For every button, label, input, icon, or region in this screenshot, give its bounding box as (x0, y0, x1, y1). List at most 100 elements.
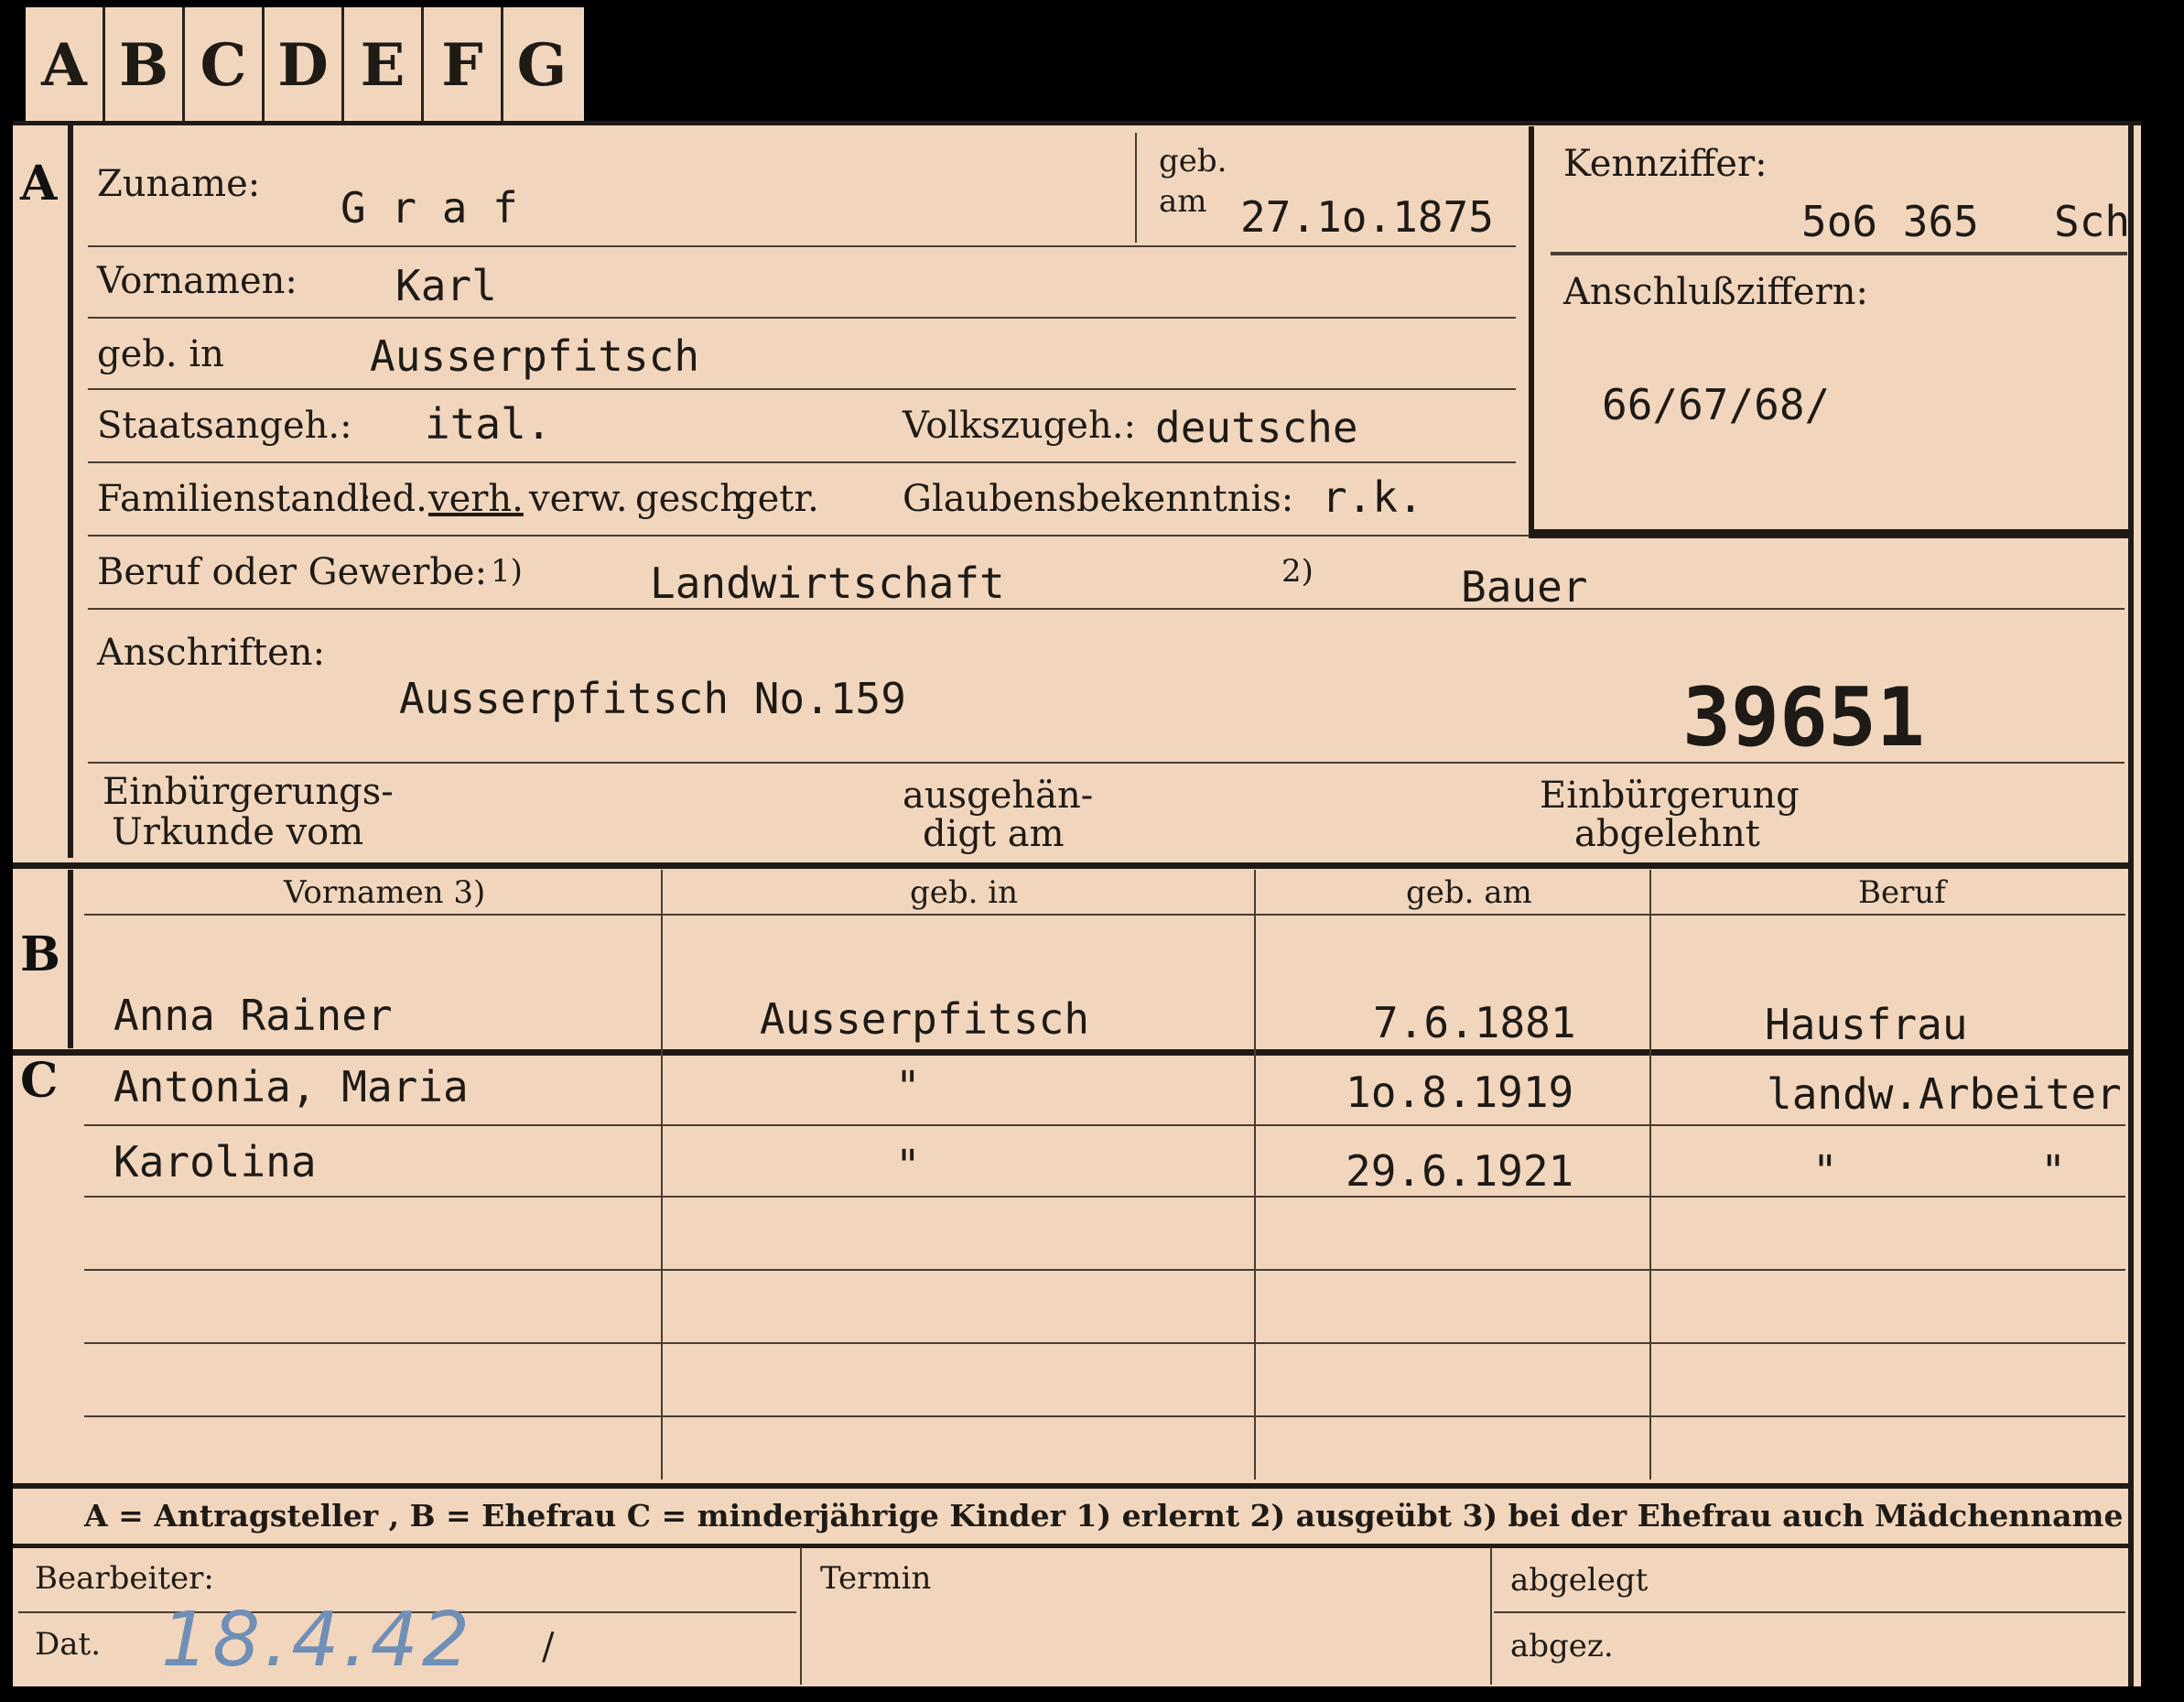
section-a-label: A (20, 156, 58, 211)
birthplace-label: geb. in (97, 333, 224, 375)
deadline-label: Termin (820, 1560, 932, 1597)
child-1-name: Antonia, Maria (114, 1062, 469, 1111)
footer-divider-2 (1490, 1547, 1492, 1685)
signed-label: abgez. (1510, 1628, 1614, 1664)
surname-value: G r a f (341, 183, 518, 233)
rule-children-top (13, 1049, 2128, 1056)
spouse-name: Anna Rainer (114, 991, 393, 1040)
address-label: Anschriften: (97, 632, 326, 674)
frame-top (13, 121, 2141, 125)
profession-learned: Landwirtschaft (650, 558, 1005, 608)
rule-child-2 (84, 1196, 2125, 1198)
birth-date-value: 27.1o.1875 (1240, 192, 1494, 242)
rule-child-3 (84, 1269, 2125, 1271)
ethnicity-label: Volkszugeh.: (903, 405, 1136, 447)
rule-profession (88, 608, 2125, 610)
id-suffix: Sch (2054, 197, 2131, 246)
religion-value: r.k. (1322, 472, 1423, 522)
col-divider-3 (1649, 870, 1651, 1480)
spouse-birthplace: Ausserpfitsch (760, 994, 1090, 1044)
religion-label: Glaubensbekenntnis: (903, 478, 1294, 520)
naturalization-label-1: Einbürgerungs- (103, 771, 394, 813)
profession-note-1: 1) (491, 553, 523, 590)
naturalization-label-2: Urkunde vom (112, 811, 364, 853)
citizenship-label: Staatsangeh.: (97, 405, 352, 447)
col-divider-1 (661, 870, 663, 1480)
rule-birthplace (88, 388, 1516, 390)
child-2-name: Karolina (114, 1137, 317, 1187)
col-header-birthplace: geb. in (910, 874, 1019, 911)
handed-label-2: digt am (923, 813, 1065, 855)
child-1-profession: landw.Arbeiter (1767, 1069, 2122, 1119)
date-label: Dat. (35, 1626, 102, 1663)
rule-family-header (84, 914, 2125, 916)
spouse-birthdate: 7.6.1881 (1373, 998, 1576, 1047)
rule-legend-bottom (13, 1544, 2128, 1548)
section-c-label: C (20, 1053, 59, 1109)
footer-divider-1 (800, 1547, 802, 1685)
index-tabs: A B C D E F G (26, 7, 584, 126)
legend-text: A = Antragsteller , B = Ehefrau C = mind… (84, 1498, 2124, 1534)
connect-label: Anschlußziffern: (1563, 271, 1868, 313)
id-label: Kennziffer: (1563, 143, 1768, 185)
rule-family-top (13, 862, 2128, 869)
given-name-value: Karl (395, 261, 497, 310)
rule-marital (88, 535, 1530, 537)
frame-right (2128, 121, 2134, 1686)
child-2-birthdate: 29.6.1921 (1346, 1146, 1574, 1196)
index-tab-e[interactable]: E (344, 7, 424, 125)
rule-child-5 (84, 1415, 2125, 1417)
connect-value: 66/67/68/ (1602, 380, 1831, 429)
id-value: 5o6 365 (1801, 197, 1979, 246)
rule-child-4 (84, 1342, 2125, 1344)
rule-child-1 (84, 1124, 2125, 1126)
col-header-profession: Beruf (1858, 874, 1946, 911)
clerk-label: Bearbeiter: (35, 1560, 214, 1597)
date-handwritten: 18.4.42 (161, 1597, 473, 1684)
index-tab-c[interactable]: C (185, 7, 265, 125)
marital-label: Familienstand: (97, 478, 372, 520)
profession-practised: Bauer (1461, 562, 1588, 612)
birth-date-divider (1135, 133, 1137, 243)
profession-label: Beruf oder Gewerbe: (97, 551, 488, 593)
index-tab-g[interactable]: G (503, 7, 580, 125)
handed-label-1: ausgehän- (903, 775, 1094, 817)
birth-date-label-2: am (1159, 183, 1207, 220)
index-tab-d[interactable]: D (265, 7, 344, 125)
rule-address (88, 762, 2125, 764)
birthplace-value: Ausserpfitsch (370, 331, 700, 381)
rejected-label-2: abgelehnt (1574, 813, 1760, 855)
filed-label: abgelegt (1510, 1562, 1649, 1599)
index-tab-b[interactable]: B (105, 7, 185, 125)
ethnicity-value: deutsche (1155, 403, 1358, 452)
profession-note-2: 2) (1281, 553, 1314, 590)
child-2-birthplace: " (895, 1141, 921, 1190)
col-header-birthdate: geb. am (1406, 874, 1532, 911)
id-box-bottom (1529, 529, 2128, 538)
date-slash: / (542, 1626, 555, 1668)
id-box-divider (1551, 252, 2127, 255)
col-header-names: Vornamen 3) (284, 874, 486, 911)
spouse-profession: Hausfrau (1765, 1000, 1968, 1049)
id-box-left (1529, 126, 1534, 538)
index-tab-a[interactable]: A (26, 7, 105, 125)
birth-date-label-1: geb. (1159, 143, 1227, 179)
rule-surname (88, 245, 1516, 247)
rejected-label-1: Einbürgerung (1540, 775, 1800, 817)
section-b-label: B (20, 927, 60, 982)
child-1-birthdate: 1o.8.1919 (1346, 1068, 1574, 1117)
file-number: 39651 (1682, 670, 1925, 764)
marital-option-widowed: verw. (529, 478, 628, 520)
citizenship-value: ital. (425, 399, 552, 449)
footer-rule-right (1494, 1611, 2125, 1613)
address-value: Ausserpfitsch No.159 (399, 674, 906, 723)
col-divider-2 (1254, 870, 1256, 1480)
marital-option-single: led. (359, 478, 427, 520)
rule-citizenship (88, 461, 1516, 463)
child-2-profession: " " (1812, 1146, 2066, 1196)
index-tab-f[interactable]: F (424, 7, 503, 125)
surname-label: Zuname: (97, 163, 261, 205)
marital-option-married: verh. (428, 478, 524, 520)
child-1-birthplace: " (895, 1062, 921, 1111)
rule-legend-top (13, 1483, 2128, 1489)
